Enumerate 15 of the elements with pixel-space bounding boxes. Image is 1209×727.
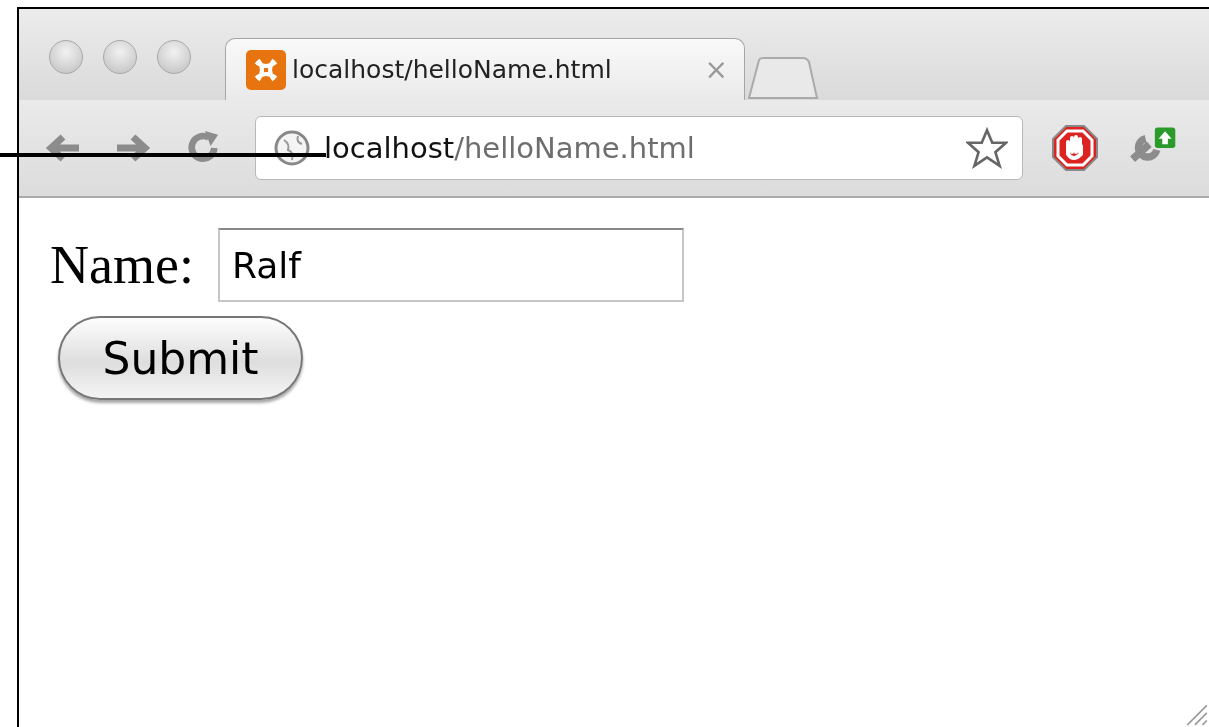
browser-tab[interactable]: localhost/helloName.html × (225, 38, 745, 100)
window-close-button[interactable] (49, 40, 83, 74)
favicon-icon (246, 49, 286, 90)
name-label: Name: (50, 234, 194, 296)
name-input-field[interactable]: Ralf (217, 228, 684, 302)
tab-title: localhost/helloName.html (292, 55, 613, 84)
reload-icon[interactable] (185, 131, 221, 165)
address-bar[interactable]: localhost/helloName.html (255, 116, 1023, 180)
window-minimize-button[interactable] (103, 40, 137, 74)
window-zoom-button[interactable] (157, 40, 191, 74)
submit-button[interactable]: Submit (58, 316, 303, 400)
star-icon[interactable] (966, 127, 1008, 169)
url-text: localhost/helloName.html (324, 131, 696, 165)
stop-hand-icon[interactable] (1049, 124, 1101, 172)
new-tab-button[interactable] (747, 56, 819, 100)
